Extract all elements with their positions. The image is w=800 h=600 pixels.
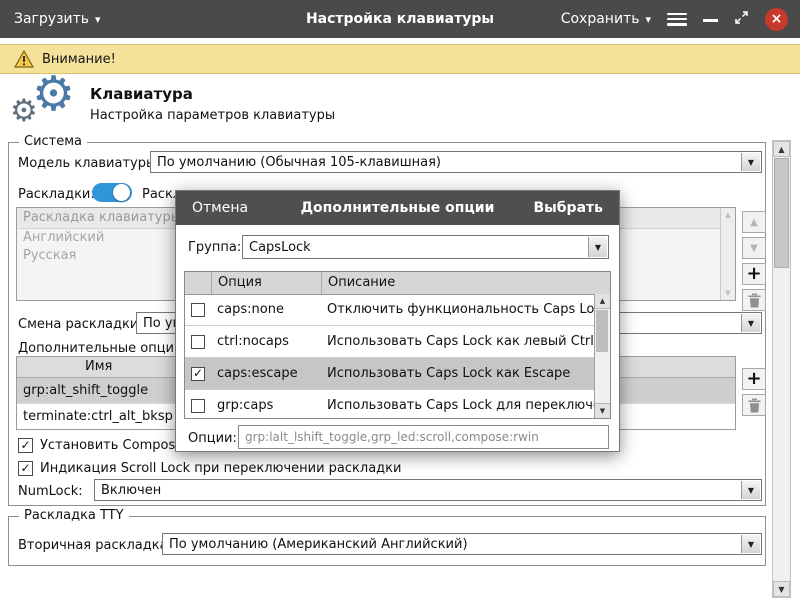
chevron-down-icon: ▾	[95, 13, 101, 26]
arrow-down-icon: ▼	[600, 407, 605, 415]
row-checkbox[interactable]: ✓	[191, 335, 205, 349]
warning-icon	[14, 50, 34, 68]
secondary-layout-select[interactable]: По умолчанию (Американский Английский) ▼	[162, 533, 762, 555]
compose-checkbox[interactable]: ✓	[18, 438, 33, 453]
warning-banner: Внимание!	[0, 44, 800, 74]
title-bar: Настройка клавиатуры Загрузить ▾ Сохрани…	[0, 0, 800, 38]
column-header-option: Опция	[212, 272, 322, 294]
arrow-up-icon: ▲	[750, 217, 758, 228]
table-row[interactable]: ✓ grp:caps Использовать Caps Lock для пе…	[185, 390, 595, 419]
arrow-down-icon: ▼	[778, 585, 784, 594]
table-row[interactable]: ✓ ctrl:nocaps Использовать Caps Lock как…	[185, 326, 595, 358]
options-input[interactable]: grp:lalt_lshift_toggle,grp_led:scroll,co…	[238, 425, 609, 449]
group-select-label: Группа:	[188, 240, 241, 255]
model-label: Модель клавиатуры:	[18, 156, 161, 171]
scroll-down-button[interactable]: ▼	[595, 403, 610, 418]
arrow-up-icon: ▲	[600, 297, 605, 305]
combo-arrow-icon: ▼	[741, 535, 760, 553]
options-input-label: Опции:	[188, 431, 237, 446]
keyboard-gears-icon: ⚙ ⚙	[12, 80, 82, 134]
scroll-down-button[interactable]: ▼	[773, 581, 790, 597]
dialog-header: Дополнительные опции Отмена Выбрать	[176, 191, 619, 225]
scrolllock-checkbox[interactable]: ✓	[18, 461, 33, 476]
layout-list-scrollbar[interactable]: ▲ ▼	[720, 208, 735, 300]
scroll-up-button[interactable]: ▲	[773, 141, 790, 157]
layout-move-up-button[interactable]: ▲	[742, 211, 766, 233]
close-button[interactable]: ×	[765, 8, 788, 31]
select-button[interactable]: Выбрать	[533, 200, 603, 216]
gear-icon: ⚙	[10, 96, 38, 127]
page-title: Клавиатура	[90, 85, 193, 103]
maximize-icon[interactable]	[734, 10, 749, 29]
combo-arrow-icon: ▼	[741, 153, 760, 171]
row-checkbox[interactable]: ✓	[191, 367, 205, 381]
layouts-toggle[interactable]	[92, 183, 132, 202]
trash-icon	[748, 293, 761, 308]
group-system-legend: Система	[19, 134, 87, 149]
secondary-layout-label: Вторичная раскладка:	[18, 538, 172, 553]
column-header-description: Описание	[322, 272, 610, 294]
check-icon: ✓	[193, 366, 203, 380]
minimize-icon[interactable]	[703, 19, 718, 22]
switch-label: Смена раскладки:	[18, 317, 143, 332]
modal-options-table: Опция Описание ✓ caps:none Отключить фун…	[184, 271, 611, 419]
arrow-down-icon: ▼	[750, 243, 758, 254]
table-row[interactable]: ✓ caps:escape Использовать Caps Lock как…	[185, 358, 595, 390]
option-delete-button[interactable]	[742, 394, 766, 416]
check-icon: ✓	[20, 461, 30, 475]
scroll-up-button[interactable]: ▲	[595, 294, 610, 309]
option-add-button[interactable]: +	[742, 368, 766, 390]
modal-table-header: Опция Описание	[185, 272, 610, 295]
scrollbar-thumb[interactable]	[596, 310, 608, 352]
close-icon: ×	[771, 12, 783, 26]
row-checkbox[interactable]: ✓	[191, 303, 205, 317]
numlock-label: NumLock:	[18, 484, 83, 499]
plus-icon: +	[746, 263, 761, 284]
keyboard-settings-window: Настройка клавиатуры Загрузить ▾ Сохрани…	[0, 0, 800, 600]
group-select[interactable]: CapsLock ▼	[242, 235, 609, 259]
scroll-down-icon: ▼	[721, 289, 735, 297]
toggle-knob	[113, 184, 130, 201]
modal-table-scrollbar[interactable]: ▲ ▼	[594, 294, 610, 418]
scrolllock-checkbox-label: Индикация Scroll Lock при переключении р…	[40, 461, 401, 476]
menu-icon[interactable]	[667, 13, 687, 26]
additional-options-dialog: Дополнительные опции Отмена Выбрать Груп…	[175, 190, 620, 452]
compose-checkbox-label: Установить Compose	[40, 438, 183, 453]
layout-move-down-button[interactable]: ▼	[742, 237, 766, 259]
main-scrollbar[interactable]: ▲ ▼	[772, 140, 791, 598]
warning-text: Внимание!	[42, 52, 116, 67]
layout-delete-button[interactable]	[742, 289, 766, 311]
scrollbar-thumb[interactable]	[774, 158, 789, 268]
layouts-label: Раскладки:	[18, 187, 95, 202]
column-header-checkbox	[185, 272, 212, 294]
load-button[interactable]: Загрузить ▾	[14, 11, 101, 27]
group-tty-legend: Раскладка TTY	[19, 508, 129, 523]
numlock-select[interactable]: Включен ▼	[94, 479, 762, 501]
combo-arrow-icon: ▼	[741, 481, 760, 499]
table-row[interactable]: ✓ caps:none Отключить функциональность C…	[185, 294, 595, 326]
addopts-label: Дополнительные опции:	[18, 341, 187, 356]
plus-icon: +	[746, 368, 761, 389]
cancel-button[interactable]: Отмена	[192, 200, 248, 216]
save-button[interactable]: Сохранить ▾	[561, 11, 651, 27]
row-checkbox[interactable]: ✓	[191, 399, 205, 413]
scroll-up-icon: ▲	[721, 211, 735, 219]
combo-arrow-icon: ▼	[741, 314, 760, 332]
gear-icon: ⚙	[32, 70, 75, 118]
keyboard-model-select[interactable]: По умолчанию (Обычная 105-клавишная) ▼	[150, 151, 762, 173]
arrow-up-icon: ▲	[778, 145, 784, 154]
chevron-down-icon: ▾	[645, 13, 651, 26]
check-icon: ✓	[20, 438, 30, 452]
combo-arrow-icon: ▼	[588, 237, 607, 257]
page-subtitle: Настройка параметров клавиатуры	[90, 108, 335, 123]
trash-icon	[748, 398, 761, 413]
layout-add-button[interactable]: +	[742, 263, 766, 285]
